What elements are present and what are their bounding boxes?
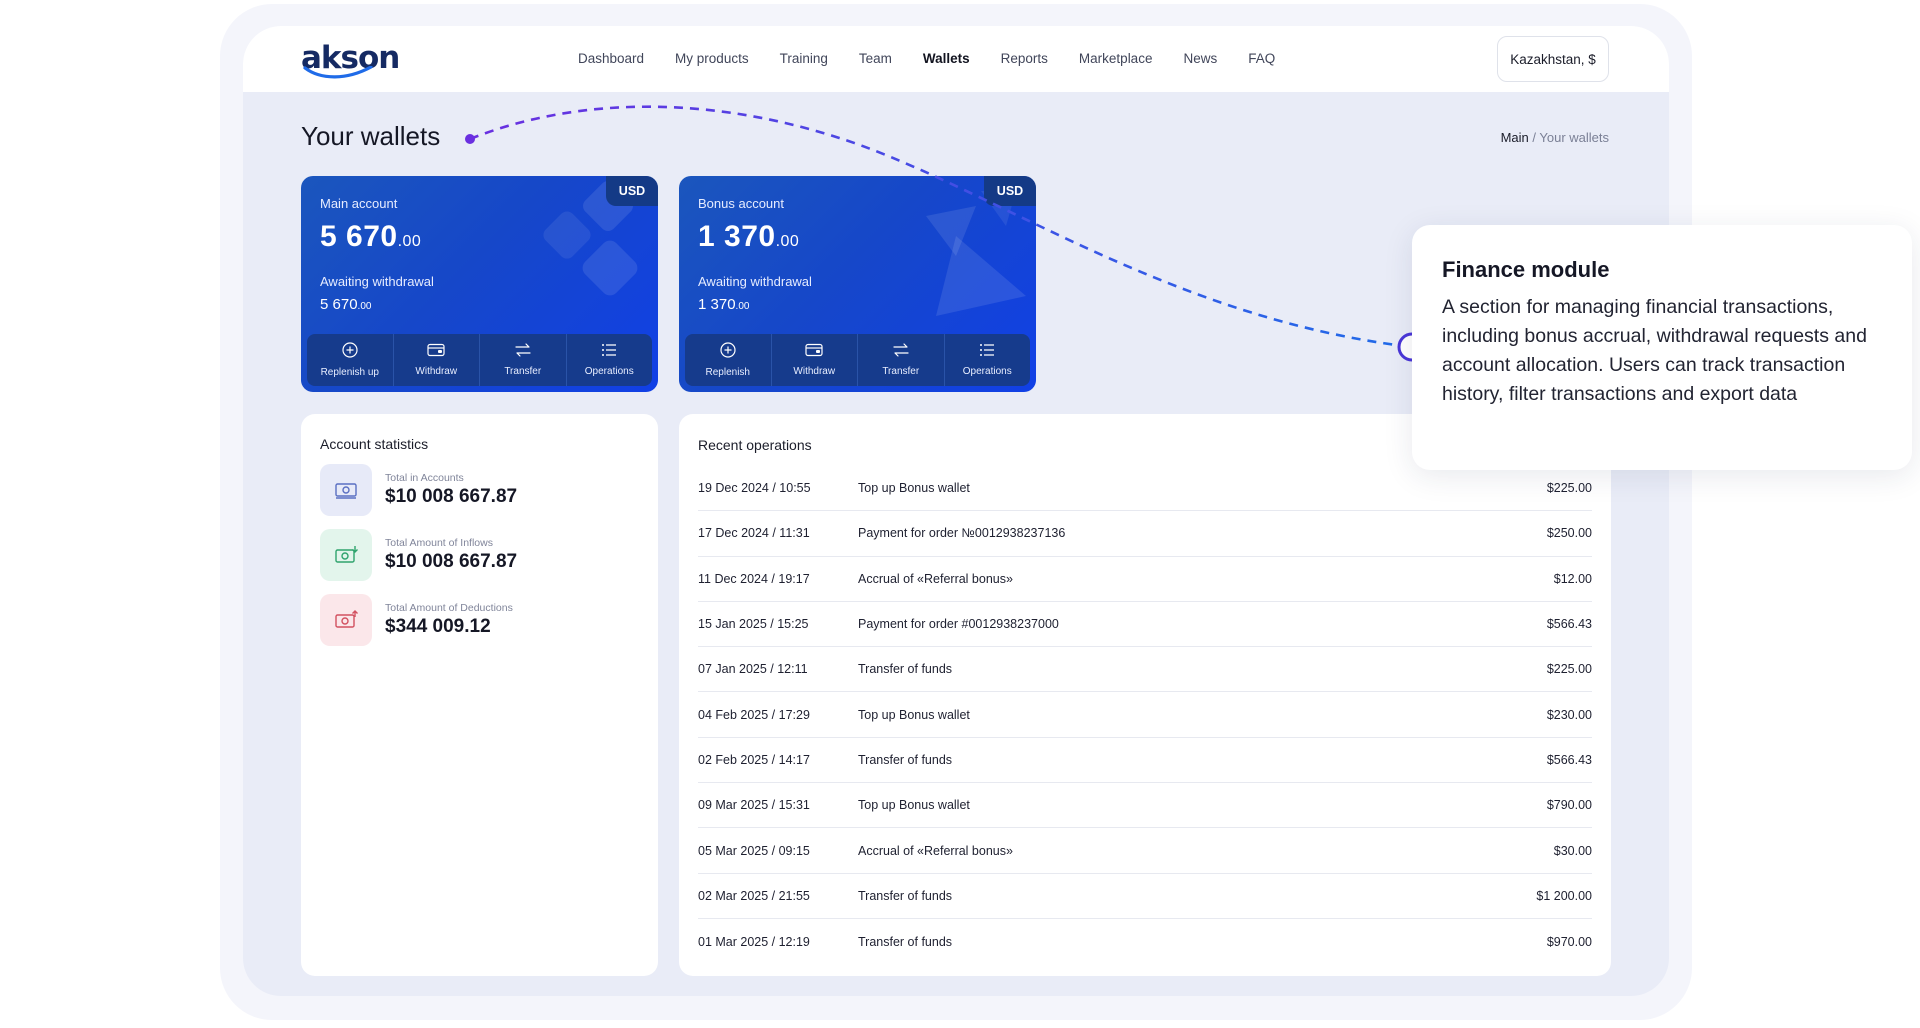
callout-description: A section for managing financial transac… xyxy=(1442,296,1867,405)
callout-connector xyxy=(465,105,1427,362)
finance-module-callout: Finance module A section for managing fi… xyxy=(1412,225,1912,470)
callout-title: Finance module xyxy=(1442,257,1610,282)
